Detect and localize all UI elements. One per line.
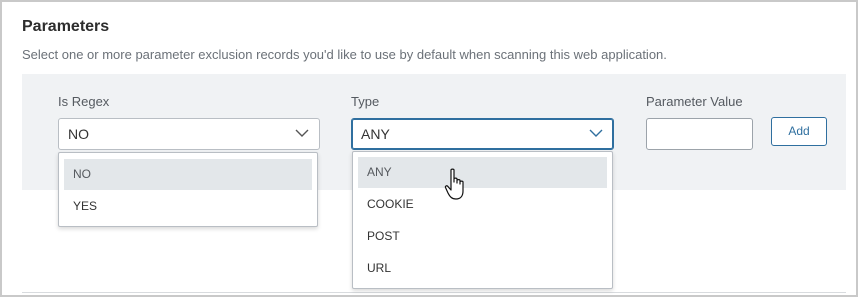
is-regex-option-no[interactable]: NO — [64, 159, 312, 190]
type-option-any[interactable]: ANY — [358, 157, 607, 188]
add-button[interactable]: Add — [771, 117, 827, 146]
is-regex-value: NO — [68, 126, 89, 142]
section-title: Parameters — [22, 18, 110, 35]
is-regex-dropdown-menu: NO YES — [58, 152, 318, 227]
is-regex-option-yes[interactable]: YES — [64, 191, 312, 222]
type-dropdown-menu: ANY COOKIE POST URL — [352, 151, 613, 289]
type-option-cookie[interactable]: COOKIE — [358, 189, 607, 220]
hand-pointer-icon — [444, 168, 464, 200]
is-regex-select[interactable]: NO — [58, 118, 320, 150]
chevron-down-icon — [295, 129, 309, 137]
parameter-value-label: Parameter Value — [646, 94, 743, 109]
type-option-post[interactable]: POST — [358, 221, 607, 252]
is-regex-label: Is Regex — [58, 94, 110, 109]
type-select[interactable]: ANY — [351, 118, 614, 150]
type-value: ANY — [361, 126, 390, 142]
divider — [22, 292, 846, 293]
type-label: Type — [351, 94, 380, 109]
parameters-card: Parameters Select one or more parameter … — [0, 0, 858, 297]
chevron-down-icon — [589, 129, 603, 137]
section-description: Select one or more parameter exclusion r… — [22, 47, 667, 62]
type-option-url[interactable]: URL — [358, 253, 607, 284]
parameter-value-input[interactable] — [646, 118, 753, 150]
